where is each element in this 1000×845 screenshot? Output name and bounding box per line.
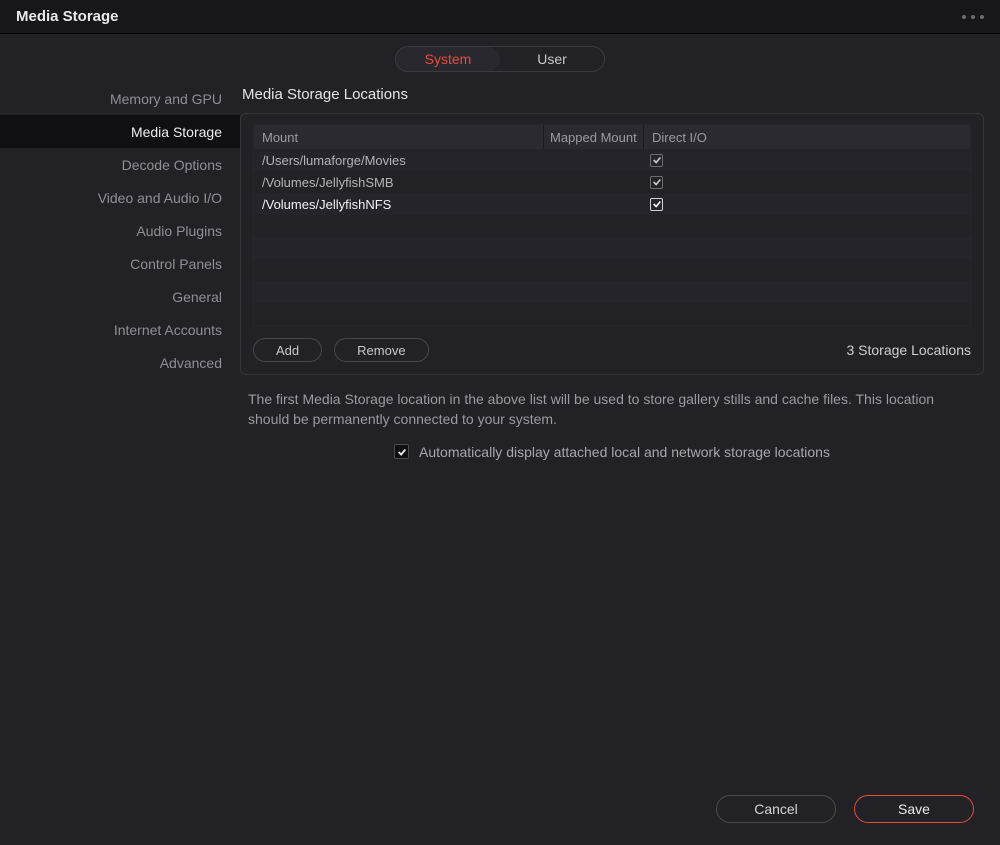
table-row[interactable]: /Users/lumaforge/Movies [254, 149, 970, 171]
sidebar-item-memory-gpu[interactable]: Memory and GPU [0, 82, 240, 115]
check-icon [652, 155, 662, 165]
top-tabs-row: System User [0, 34, 1000, 80]
table-body: /Users/lumaforge/Movies/Volumes/Jellyfis… [254, 149, 970, 325]
cancel-button[interactable]: Cancel [716, 795, 836, 823]
col-header-mapped[interactable]: Mapped Mount [544, 125, 644, 149]
sidebar-item-label: Advanced [160, 355, 222, 371]
window-title: Media Storage [16, 8, 119, 25]
remove-button[interactable]: Remove [334, 338, 428, 362]
locations-table: Mount Mapped Mount Direct I/O /Users/lum… [253, 124, 971, 326]
panel-actions: Add Remove 3 Storage Locations [253, 338, 971, 362]
table-row[interactable]: /Volumes/JellyfishNFS [254, 193, 970, 215]
col-header-mount[interactable]: Mount [254, 125, 544, 149]
sidebar-item-label: Video and Audio I/O [98, 190, 222, 206]
sidebar-item-control-panels[interactable]: Control Panels [0, 247, 240, 280]
table-header: Mount Mapped Mount Direct I/O [254, 125, 970, 149]
table-row[interactable]: /Volumes/JellyfishSMB [254, 171, 970, 193]
cell-mount: /Volumes/JellyfishSMB [254, 175, 544, 190]
section-title: Media Storage Locations [240, 80, 984, 113]
check-icon [397, 447, 407, 457]
table-row-empty [254, 259, 970, 281]
col-header-direct[interactable]: Direct I/O [644, 130, 970, 145]
table-row-empty [254, 215, 970, 237]
direct-io-checkbox[interactable] [650, 154, 663, 167]
tab-system[interactable]: System [396, 47, 500, 71]
content-column: Media Storage Locations Mount Mapped Mou… [240, 80, 1000, 795]
sidebar-item-label: Media Storage [131, 124, 222, 140]
auto-display-checkbox[interactable] [394, 444, 409, 459]
table-row-empty [254, 237, 970, 259]
sidebar-item-media-storage[interactable]: Media Storage [0, 115, 240, 148]
direct-io-checkbox[interactable] [650, 198, 663, 211]
sidebar-item-video-audio-io[interactable]: Video and Audio I/O [0, 181, 240, 214]
title-bar: Media Storage [0, 0, 1000, 34]
footer: Cancel Save [0, 795, 1000, 845]
sidebar-item-label: General [172, 289, 222, 305]
sidebar-item-general[interactable]: General [0, 280, 240, 313]
top-tabs: System User [395, 46, 605, 72]
sidebar-item-label: Audio Plugins [136, 223, 222, 239]
cell-mount: /Volumes/JellyfishNFS [254, 197, 544, 212]
auto-display-label: Automatically display attached local and… [419, 444, 830, 460]
table-row-empty [254, 303, 970, 325]
check-icon [652, 177, 662, 187]
locations-count: 3 Storage Locations [846, 342, 971, 358]
sidebar-item-audio-plugins[interactable]: Audio Plugins [0, 214, 240, 247]
cell-mount: /Users/lumaforge/Movies [254, 153, 544, 168]
sidebar-item-label: Decode Options [122, 157, 222, 173]
direct-io-checkbox[interactable] [650, 176, 663, 189]
main-area: Memory and GPU Media Storage Decode Opti… [0, 80, 1000, 795]
check-icon [652, 199, 662, 209]
cell-direct-io [644, 154, 970, 167]
help-text: The first Media Storage location in the … [240, 375, 984, 430]
tab-user[interactable]: User [500, 47, 604, 71]
sidebar-item-decode-options[interactable]: Decode Options [0, 148, 240, 181]
sidebar: Memory and GPU Media Storage Decode Opti… [0, 80, 240, 795]
save-button[interactable]: Save [854, 795, 974, 823]
sidebar-item-advanced[interactable]: Advanced [0, 346, 240, 379]
sidebar-item-label: Control Panels [130, 256, 222, 272]
cell-direct-io [644, 176, 970, 189]
cell-direct-io [644, 198, 970, 211]
auto-display-row: Automatically display attached local and… [240, 430, 984, 460]
table-row-empty [254, 281, 970, 303]
add-button[interactable]: Add [253, 338, 322, 362]
sidebar-item-label: Internet Accounts [114, 322, 222, 338]
sidebar-item-label: Memory and GPU [110, 91, 222, 107]
locations-panel: Mount Mapped Mount Direct I/O /Users/lum… [240, 113, 984, 375]
sidebar-item-internet-accounts[interactable]: Internet Accounts [0, 313, 240, 346]
more-icon[interactable] [962, 15, 984, 19]
